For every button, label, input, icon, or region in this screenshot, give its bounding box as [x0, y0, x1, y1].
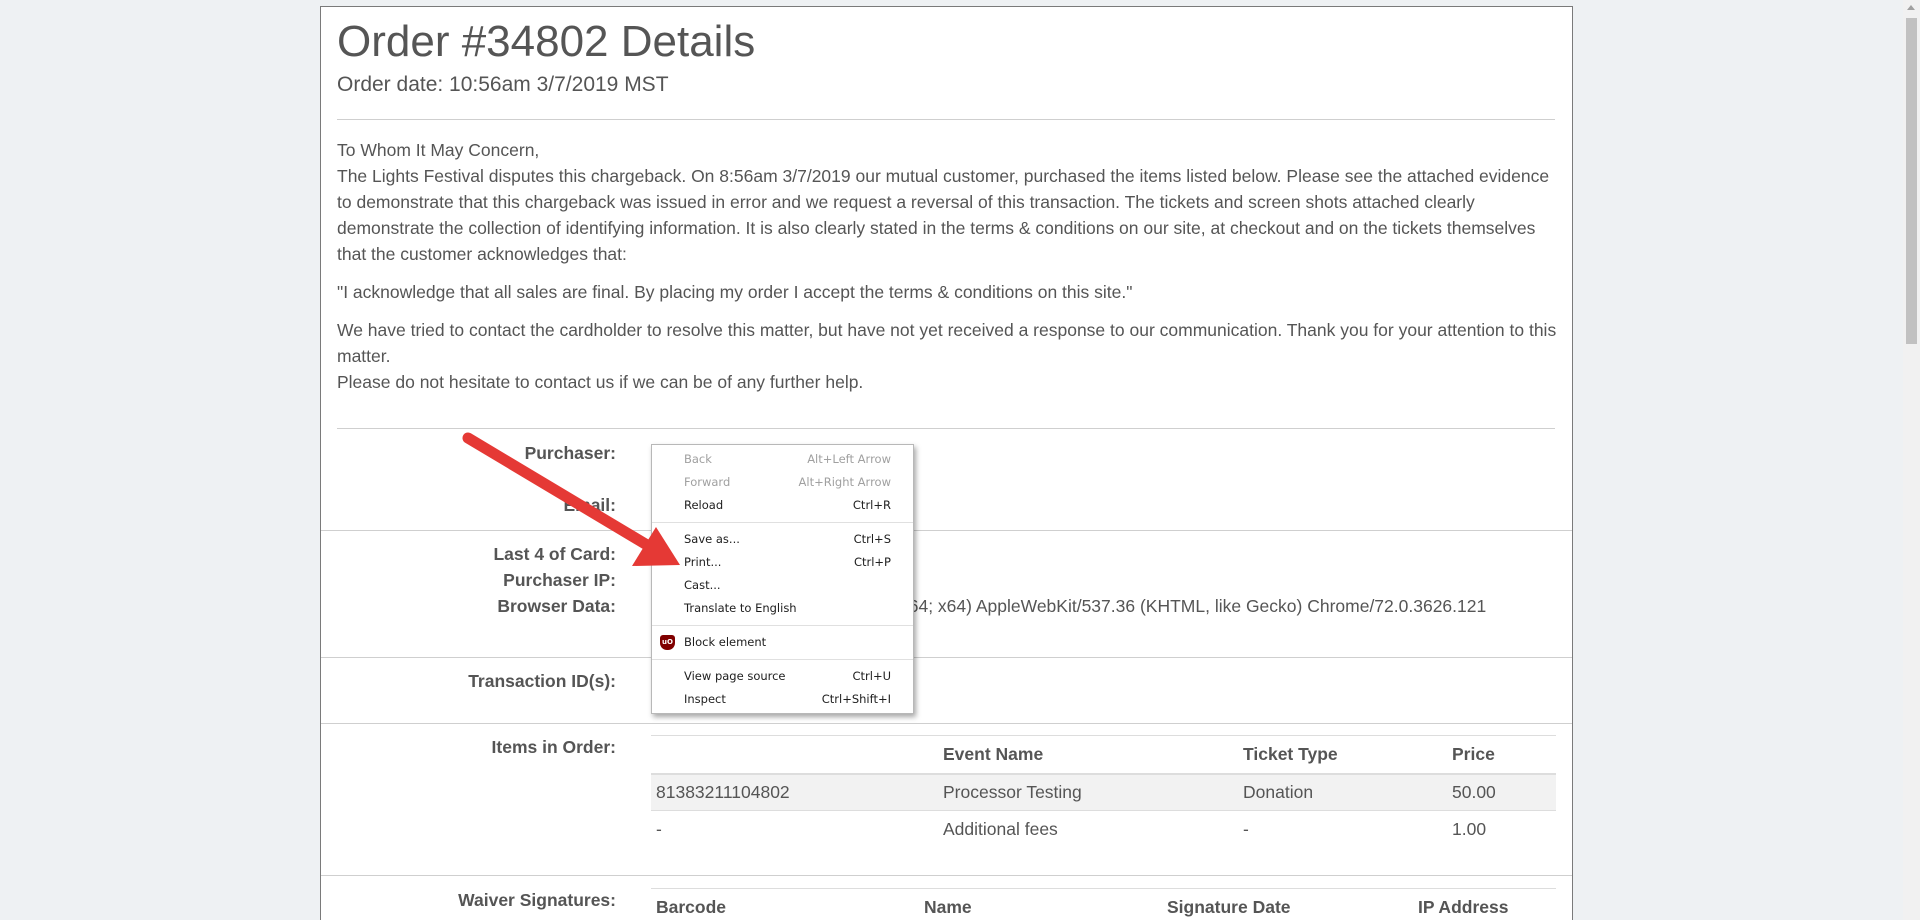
table-cell: Additional fees — [938, 810, 1238, 848]
menu-item-label: View page source — [684, 669, 786, 683]
menu-item-shortcut: Ctrl+S — [853, 532, 891, 546]
column-header: IP Address — [1413, 888, 1556, 920]
menu-item-label: Reload — [684, 498, 724, 512]
items-table: Event Name Ticket Type Price 81383211104… — [651, 735, 1556, 848]
order-date: Order date: 10:56am 3/7/2019 MST — [337, 73, 669, 96]
last4-label: Last 4 of Card: — [493, 544, 616, 564]
column-header: Ticket Type — [1238, 735, 1447, 775]
menu-item-shortcut: Ctrl+R — [852, 498, 891, 512]
menu-item-label: Block element — [684, 635, 767, 649]
menu-item-shortcut: Alt+Right Arrow — [798, 475, 891, 489]
divider — [321, 723, 1572, 724]
items-label: Items in Order: — [491, 737, 616, 757]
menu-item-view-source[interactable]: View page source Ctrl+U — [652, 665, 913, 688]
table-cell: - — [1238, 810, 1447, 848]
letter-paragraph: We have tried to contact the cardholder … — [337, 320, 1557, 366]
menu-separator — [652, 522, 913, 523]
menu-item-print[interactable]: Print... Ctrl+P — [652, 551, 913, 574]
menu-separator — [652, 625, 913, 626]
menu-item-block-element[interactable]: uO Block element — [652, 631, 913, 654]
letter-paragraph: The Lights Festival disputes this charge… — [337, 166, 1550, 264]
email-label: Email: — [563, 495, 616, 515]
column-header: Signature Date — [1162, 888, 1413, 920]
table-row: - Additional fees - 1.00 — [651, 810, 1556, 848]
waiver-label: Waiver Signatures: — [458, 890, 616, 910]
menu-item-shortcut: Ctrl+P — [853, 555, 891, 569]
scrollbar-thumb[interactable] — [1906, 18, 1917, 344]
menu-item-inspect[interactable]: Inspect Ctrl+Shift+I — [652, 688, 913, 711]
menu-item-reload[interactable]: Reload Ctrl+R — [652, 494, 913, 517]
letter-greeting: To Whom It May Concern, — [337, 140, 540, 160]
menu-item-label: Print... — [684, 555, 722, 569]
letter-quote: "I acknowledge that all sales are final.… — [337, 282, 1133, 302]
ip-label: Purchaser IP: — [503, 570, 616, 590]
scroll-up-icon[interactable] — [1907, 5, 1915, 10]
menu-item-label: Forward — [684, 475, 731, 489]
table-cell: Processor Testing — [938, 773, 1238, 811]
menu-item-label: Inspect — [684, 692, 726, 706]
ublock-origin-icon: uO — [660, 635, 675, 650]
letter-closing: Please do not hesitate to contact us if … — [337, 372, 864, 392]
vertical-scrollbar[interactable] — [1903, 0, 1920, 920]
table-row: 81383211104802 Processor Testing Donatio… — [651, 773, 1556, 811]
column-header: Name — [919, 888, 1162, 920]
menu-item-back[interactable]: Back Alt+Left Arrow — [652, 448, 913, 471]
menu-separator — [652, 659, 913, 660]
menu-item-label: Back — [684, 452, 712, 466]
browser-value: n64; x64) AppleWebKit/537.36 (KHTML, lik… — [899, 596, 1487, 616]
waiver-table: Barcode Name Signature Date IP Address — [651, 888, 1556, 920]
divider — [321, 530, 1572, 531]
menu-item-translate[interactable]: Translate to English — [652, 597, 913, 620]
table-cell: 50.00 — [1447, 773, 1556, 811]
column-header — [651, 735, 938, 775]
menu-item-label: Save as... — [684, 532, 740, 546]
column-header: Barcode — [651, 888, 919, 920]
purchaser-label: Purchaser: — [524, 443, 616, 463]
order-details-page: Order #34802 Details Order date: 10:56am… — [320, 6, 1573, 920]
menu-item-shortcut: Ctrl+U — [852, 669, 891, 683]
table-cell: 1.00 — [1447, 810, 1556, 848]
menu-item-shortcut: Ctrl+Shift+I — [821, 692, 891, 706]
divider — [337, 428, 1555, 429]
browser-label: Browser Data: — [497, 596, 616, 616]
menu-item-shortcut: Alt+Left Arrow — [807, 452, 891, 466]
table-cell: 81383211104802 — [651, 773, 938, 811]
column-header: Event Name — [938, 735, 1238, 775]
dispute-letter: To Whom It May Concern, The Lights Festi… — [337, 137, 1559, 395]
divider — [321, 875, 1572, 876]
menu-item-forward[interactable]: Forward Alt+Right Arrow — [652, 471, 913, 494]
menu-item-label: Translate to English — [684, 601, 797, 615]
divider — [337, 119, 1555, 120]
menu-item-save-as[interactable]: Save as... Ctrl+S — [652, 528, 913, 551]
table-cell: Donation — [1238, 773, 1447, 811]
table-cell: - — [651, 810, 938, 848]
page-title: Order #34802 Details — [337, 17, 756, 66]
context-menu: Back Alt+Left Arrow Forward Alt+Right Ar… — [651, 444, 914, 714]
menu-item-label: Cast... — [684, 578, 721, 592]
menu-item-cast[interactable]: Cast... — [652, 574, 913, 597]
transaction-label: Transaction ID(s): — [468, 671, 616, 691]
divider — [321, 657, 1572, 658]
column-header: Price — [1447, 735, 1556, 775]
